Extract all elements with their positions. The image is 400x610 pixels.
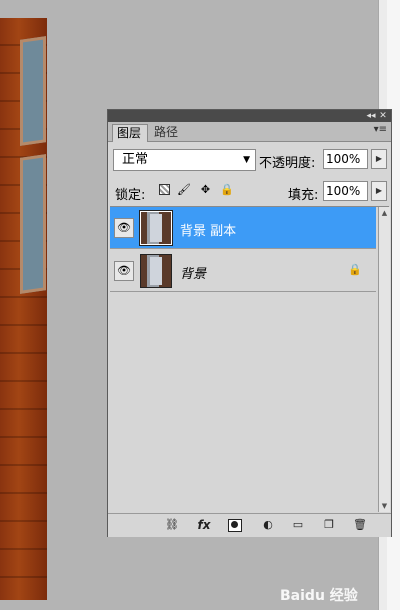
window-pane-lower (20, 154, 46, 294)
scroll-down-icon[interactable]: ▼ (379, 502, 390, 510)
tab-paths[interactable]: 路径 (150, 124, 188, 141)
layer-thumbnail (140, 254, 172, 288)
eye-icon[interactable]: 👁 (114, 261, 134, 281)
tab-layers[interactable]: 图层 (112, 124, 148, 142)
panel-title-bar[interactable]: ◂◂ ✕ (108, 110, 391, 122)
close-icon[interactable]: ✕ (377, 110, 389, 122)
layer-row-background[interactable]: 👁 背景 🔒 (110, 250, 376, 292)
chevron-down-icon: ▼ (243, 155, 250, 165)
scroll-up-icon[interactable]: ▲ (379, 209, 390, 217)
fx-icon[interactable]: fx (195, 517, 213, 533)
link-icon[interactable]: ⛓ (163, 517, 181, 533)
opacity-input[interactable]: 100% (323, 149, 368, 169)
trash-icon[interactable]: 🗑 (351, 517, 369, 533)
window-frame-graphic (0, 36, 47, 294)
fill-label: 填充: (288, 188, 319, 203)
layer-thumbnail (139, 210, 173, 246)
mask-icon[interactable] (226, 517, 244, 533)
lock-label: 锁定: (115, 188, 146, 203)
layer-name: 背景 副本 (180, 224, 237, 239)
canvas-image (0, 18, 47, 600)
layers-panel: ◂◂ ✕ 图层 路径 ▾≡ 正常 ▼ 不透明度: 100% ▶ 锁定: 🖌 ✥ … (107, 109, 392, 537)
panel-menu-icon[interactable]: ▾≡ (374, 124, 387, 135)
panel-tabbar: 图层 路径 ▾≡ (108, 122, 391, 142)
adjustment-icon[interactable]: ◐ (259, 517, 277, 533)
blend-mode-select[interactable]: 正常 ▼ (113, 149, 256, 171)
fill-input[interactable]: 100% (323, 181, 368, 201)
lock-all-icon[interactable]: 🔒 (220, 183, 234, 196)
layer-name: 背景 (180, 267, 207, 282)
lock-transparent-pixels-icon[interactable] (158, 183, 171, 196)
opacity-label: 不透明度: (259, 156, 316, 171)
lock-position-icon[interactable]: ✥ (199, 183, 212, 196)
window-pane-upper (20, 36, 46, 146)
group-folder-icon[interactable]: ▭ (289, 517, 307, 533)
layers-list: 👁 背景 副本 👁 背景 🔒 ▲ ▼ (110, 206, 390, 512)
lock-icon: 🔒 (348, 263, 362, 276)
blend-mode-value: 正常 (122, 152, 149, 167)
collapse-icon[interactable]: ◂◂ (365, 110, 377, 122)
layer-row-background-copy[interactable]: 👁 背景 副本 (110, 207, 376, 249)
lock-image-pixels-icon[interactable]: 🖌 (177, 183, 191, 196)
opacity-slider-button[interactable]: ▶ (371, 149, 387, 169)
watermark: Baidu 经验 (280, 588, 358, 604)
fill-slider-button[interactable]: ▶ (371, 181, 387, 201)
eye-icon[interactable]: 👁 (114, 218, 134, 238)
new-layer-icon[interactable]: ❐ (320, 517, 338, 533)
layers-scrollbar[interactable]: ▲ ▼ (378, 207, 390, 512)
layers-bottom-toolbar: ⛓ fx ◐ ▭ ❐ 🗑 (108, 513, 391, 537)
